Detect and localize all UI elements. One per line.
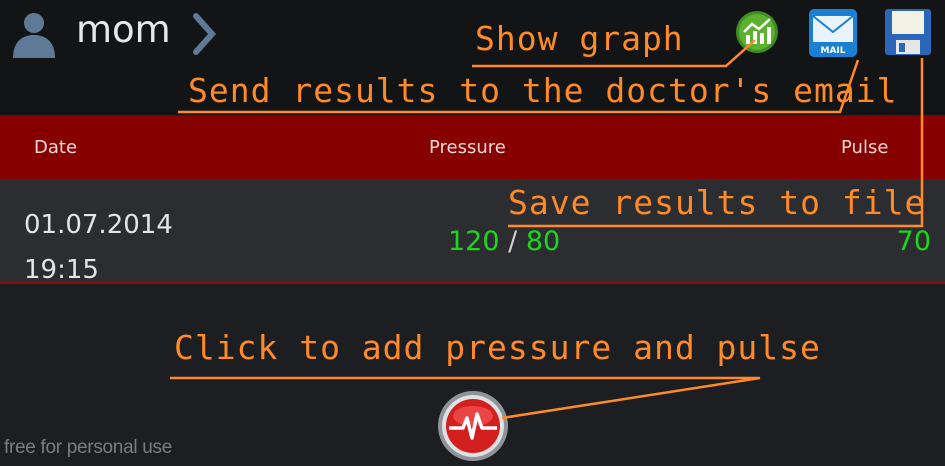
hint-add-measurement: Click to add pressure and pulse [174, 328, 821, 367]
hint-send-email: Send results to the doctor's email [188, 71, 898, 110]
systolic-value: 120 [448, 226, 500, 257]
mail-button[interactable]: MAIL [808, 8, 858, 58]
column-header-pressure: Pressure [429, 137, 506, 158]
footer-license: free for personal use [4, 437, 172, 458]
pressure-value: 120 / 80 [448, 226, 560, 257]
row-datetime: 01.07.2014 19:15 [24, 203, 173, 293]
column-header-pulse: Pulse [841, 137, 889, 158]
floppy-disk-icon[interactable] [883, 7, 933, 57]
diastolic-value: 80 [525, 226, 561, 257]
chevron-right-icon[interactable] [190, 12, 218, 56]
hint-show-graph: Show graph [475, 19, 684, 58]
mail-icon: MAIL [809, 9, 857, 57]
row-time: 19:15 [24, 255, 99, 285]
row-date: 01.07.2014 [24, 210, 173, 240]
pulse-value: 70 [896, 226, 931, 257]
table-header: Date Pressure Pulse [0, 115, 945, 179]
mail-text: MAIL [820, 46, 845, 56]
pressure-separator: / [508, 226, 518, 257]
add-measurement-button[interactable] [437, 390, 509, 462]
profile-name[interactable]: mom [76, 8, 171, 52]
user-icon[interactable] [10, 10, 60, 58]
hint-save-file: Save results to file [508, 183, 926, 222]
graph-icon[interactable] [735, 10, 779, 54]
row-divider [0, 281, 945, 284]
column-header-date: Date [34, 137, 78, 158]
